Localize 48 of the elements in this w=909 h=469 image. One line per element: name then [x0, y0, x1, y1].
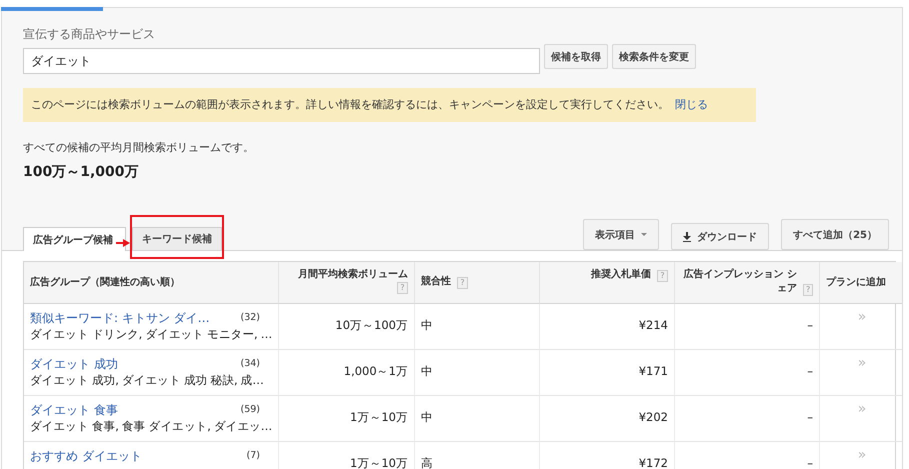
column-label: 広告インプレッション シェア	[682, 268, 798, 296]
product-input-field[interactable]: ダイエット	[23, 48, 540, 74]
table-cell: 中	[415, 350, 540, 396]
table-cell: ¥202	[540, 396, 675, 442]
column-label: 推奨入札単価	[591, 268, 651, 282]
field-label: 宣伝する商品やサービス	[23, 26, 156, 42]
keyword-count: (32)	[240, 311, 260, 325]
table-cell: 1万～10万	[279, 396, 415, 442]
ad-group-link[interactable]: ダイエット 成功	[30, 357, 118, 371]
column-label: 競合性	[421, 275, 451, 289]
table-cell: 中	[415, 304, 540, 350]
summary-caption: すべての候補の平均月間検索ボリュームです。	[23, 140, 255, 156]
column-label: 広告グループ（関連性の高い順）	[30, 276, 180, 290]
caret-icon	[641, 233, 648, 236]
ad-group-link[interactable]: ダイエット 食事	[30, 403, 118, 417]
table-cell: –	[675, 396, 820, 442]
table-cell: 10万～100万	[279, 304, 415, 350]
table-cell: –	[675, 442, 820, 469]
table-cell: 中	[415, 396, 540, 442]
table-cell: 高	[415, 442, 540, 469]
keyword-list: ダイエット ドリンク, ダイエット モニター, …	[30, 326, 272, 342]
table-cell: ¥214	[540, 304, 675, 350]
add-all-button[interactable]: すべて追加（25）	[781, 219, 889, 250]
table-cell: –	[675, 304, 820, 350]
keyword-count: (59)	[240, 403, 260, 417]
column-label: プランに追加	[826, 276, 886, 290]
banner-text: このページには検索ボリュームの範囲が表示されます。詳しい情報を確認するには、キャンペーンを設定して実行してください。	[31, 98, 669, 111]
keyword-list: ダイエット 食事, 食事 ダイエット, ダイエッ…	[30, 418, 272, 434]
column-label: 月間平均検索ボリューム	[298, 268, 408, 282]
ad-group-link[interactable]: 類似キーワード: キトサン ダイ…	[30, 311, 210, 325]
keyword-list: ダイエット 成功, ダイエット 成功 秘訣, 成…	[30, 372, 272, 388]
get-ideas-button[interactable]: 候補を取得	[544, 44, 608, 69]
keyword-count: (7)	[246, 449, 260, 463]
search-volume-range: 100万～1,000万	[23, 163, 140, 182]
keyword-count: (34)	[240, 357, 260, 371]
table-cell: ¥172	[540, 442, 675, 469]
modify-search-button[interactable]: 検索条件を変更	[612, 44, 696, 69]
download-icon	[683, 232, 692, 242]
columns-dropdown[interactable]: 表示項目	[583, 219, 660, 250]
close-link[interactable]: 閉じる	[675, 98, 708, 111]
ad-group-link[interactable]: おすすめ ダイエット	[30, 449, 142, 463]
tab[interactable]: キーワード候補	[132, 227, 222, 250]
table-cell: ¥171	[540, 350, 675, 396]
download-button[interactable]: ダウンロード	[671, 223, 770, 250]
table-cell: 1,000～1万	[279, 350, 415, 396]
table-cell: –	[675, 350, 820, 396]
table-cell: 1万～10万	[279, 442, 415, 469]
tab[interactable]: 広告グループ候補	[23, 227, 126, 251]
